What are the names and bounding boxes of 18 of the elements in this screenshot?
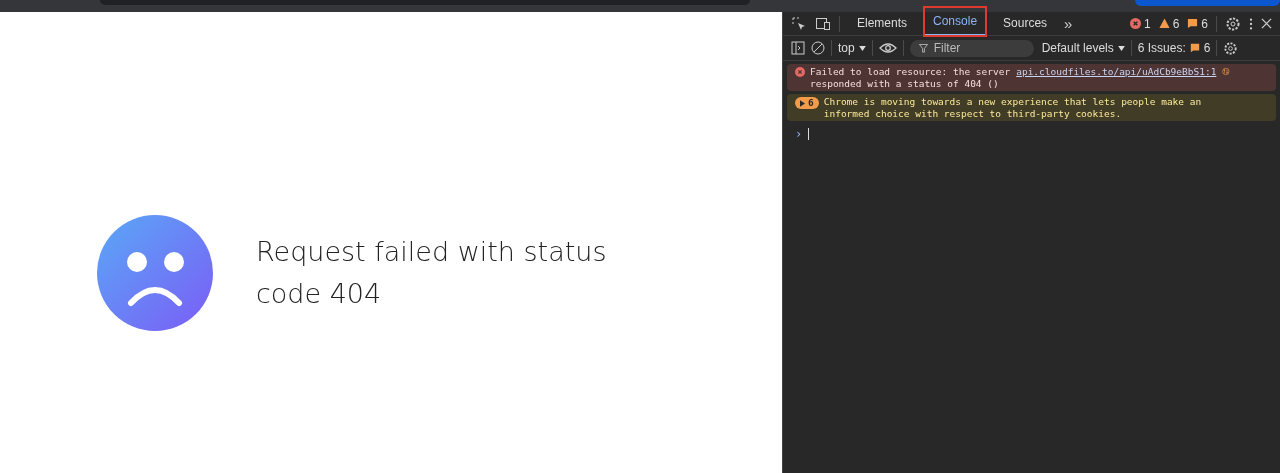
more-tabs[interactable]: » [1064, 15, 1073, 32]
tab[interactable]: Sources [994, 12, 1057, 35]
tab[interactable]: Elements [848, 12, 917, 35]
warning-count[interactable]: 6 [1158, 16, 1180, 31]
console-message: Chrome is moving towards a new experience that lets people make an informed choice with respect to third-party cookies. [823, 96, 1203, 119]
filter-field[interactable]: Filter [909, 39, 1034, 57]
issue-count[interactable]: 6 [1187, 16, 1208, 31]
console-message: Failed to load resource: the server [810, 66, 1011, 78]
levels-dropdown[interactable]: Default levels [1041, 41, 1125, 55]
console-message: responded with a status of 404 () [810, 77, 1000, 89]
message-count-badge[interactable]: 6 [795, 97, 819, 109]
error-message: Request failed with status code 404 [256, 234, 608, 311]
tab[interactable]: Console [924, 7, 987, 36]
issues-button[interactable]: 6 Issues: 6 [1137, 41, 1211, 55]
context-dropdown[interactable]: top [838, 41, 866, 55]
prompt-icon: › [795, 127, 803, 141]
error-count[interactable]: 1 [1129, 16, 1151, 31]
source-link[interactable]: api.cloudfiles.to/api/uAdCb9eBbS1:1 [1016, 66, 1217, 78]
